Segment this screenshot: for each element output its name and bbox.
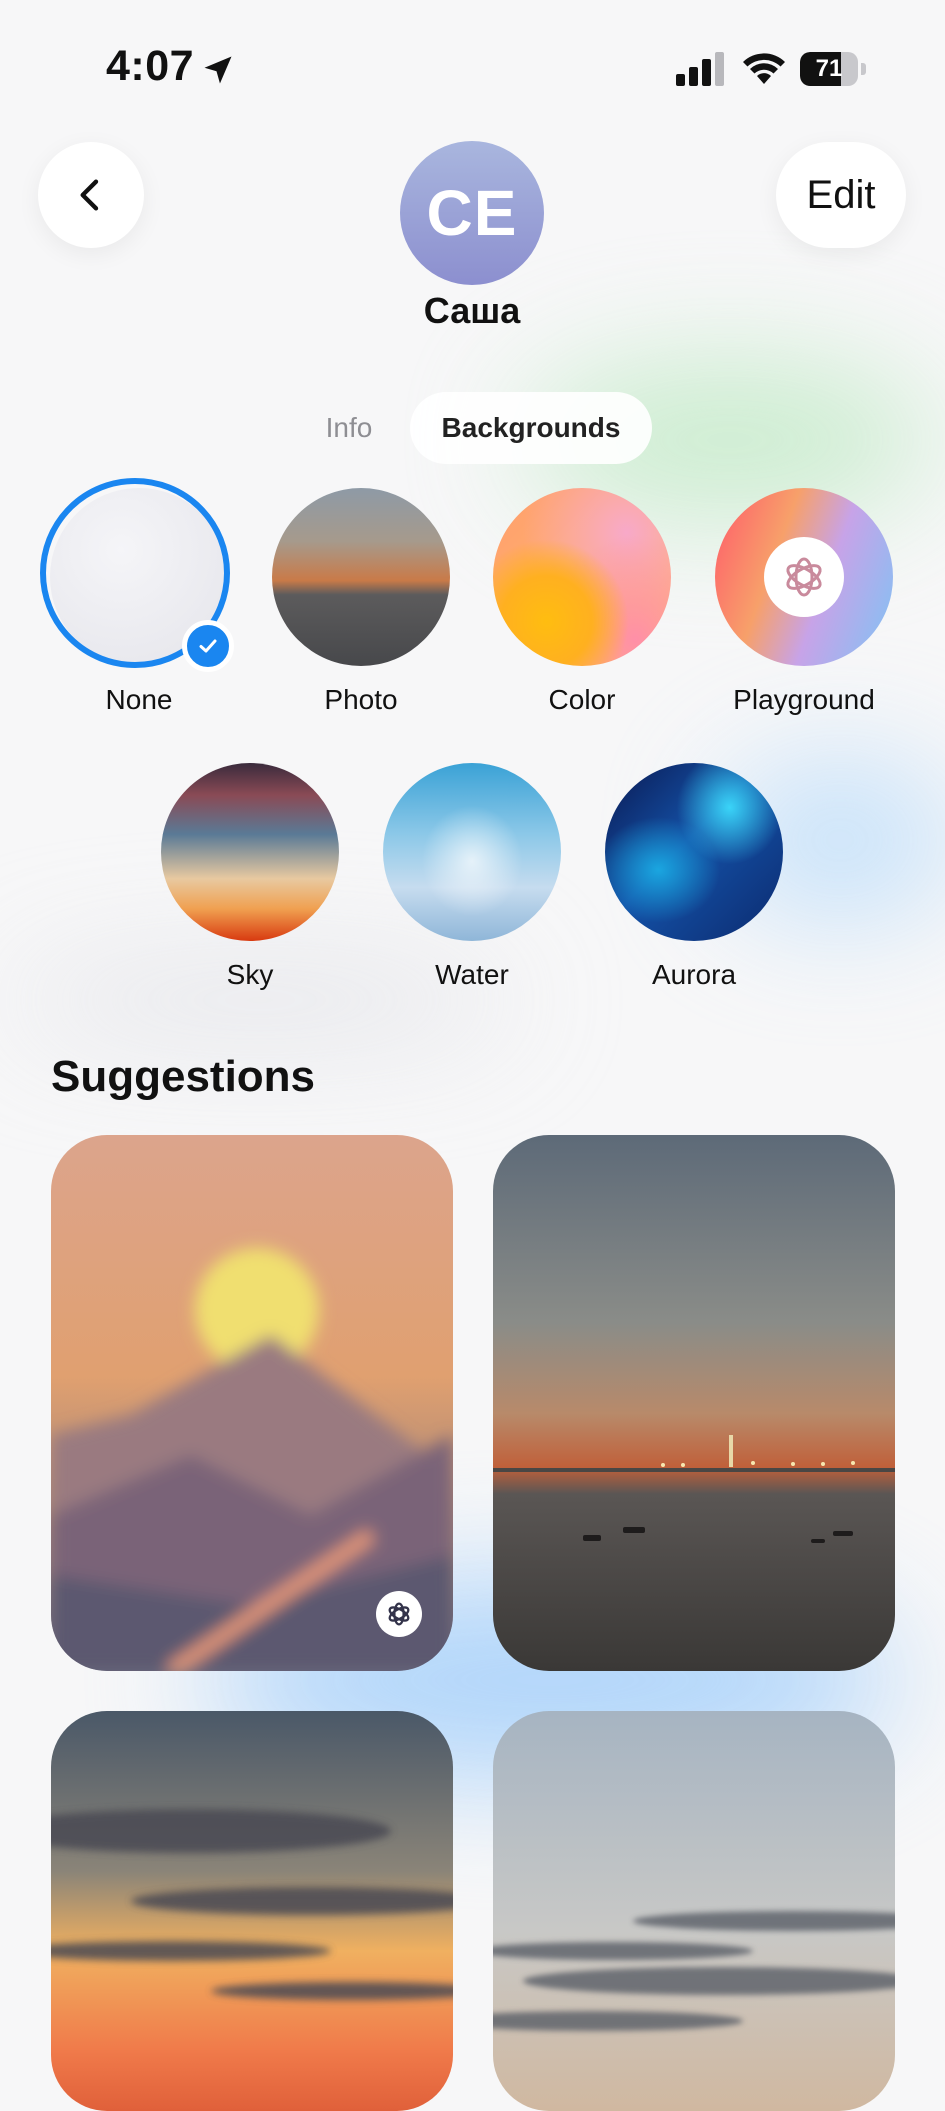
sky-swatch [161, 763, 339, 941]
battery-tip [861, 63, 866, 75]
sky-clouds-photo [493, 1711, 895, 2111]
background-option-none[interactable]: None [40, 478, 234, 716]
background-option-aurora[interactable]: Aurora [599, 763, 789, 991]
location-arrow-icon [204, 56, 232, 84]
battery-icon: 71 [800, 52, 866, 86]
option-label-none: None [105, 684, 173, 715]
background-option-photo[interactable]: Photo [266, 488, 456, 716]
back-button[interactable] [38, 142, 144, 248]
battery-body: 71 [800, 52, 858, 86]
tab-backgrounds[interactable]: Backgrounds [410, 392, 652, 464]
cloudy-sunset-photo [51, 1711, 453, 2111]
background-option-playground[interactable]: Playground [709, 488, 899, 716]
option-label-playground: Playground [733, 684, 875, 715]
none-swatch [40, 478, 234, 672]
contact-name: Саша [423, 290, 521, 331]
background-option-color[interactable]: Color [487, 488, 677, 716]
edit-button[interactable]: Edit [776, 142, 906, 248]
avatar: CE [400, 141, 544, 285]
status-bar: 4:07 71 [0, 0, 945, 140]
suggestions-title: Suggestions [51, 1052, 316, 1101]
option-label-water: Water [435, 959, 509, 990]
suggestion-card-2[interactable] [493, 1135, 895, 1671]
playground-swatch [715, 488, 893, 666]
wifi-icon [743, 53, 785, 84]
suggestion-card-1[interactable] [51, 1135, 453, 1671]
aurora-swatch [605, 763, 783, 941]
tab-info[interactable]: Info [306, 392, 392, 464]
background-option-sky[interactable]: Sky [155, 763, 345, 991]
photo-swatch [272, 488, 450, 666]
checkmark-icon [182, 620, 234, 672]
water-swatch [383, 763, 561, 941]
status-time: 4:07 [106, 42, 195, 90]
color-swatch [493, 488, 671, 666]
background-option-water[interactable]: Water [377, 763, 567, 991]
sunset-mountains-image [51, 1135, 453, 1671]
cellular-signal-icon [676, 52, 724, 86]
suggestion-card-3[interactable] [51, 1711, 453, 2111]
option-label-color: Color [548, 684, 616, 715]
chevron-left-icon [80, 179, 99, 211]
playground-badge-icon [376, 1591, 422, 1637]
battery-level: 71 [815, 55, 843, 82]
option-label-photo: Photo [324, 684, 398, 715]
suggestion-card-4[interactable] [493, 1711, 895, 2111]
sea-sunset-photo [493, 1135, 895, 1671]
option-label-sky: Sky [226, 959, 274, 990]
playground-icon [764, 537, 844, 617]
option-label-aurora: Aurora [651, 959, 737, 990]
